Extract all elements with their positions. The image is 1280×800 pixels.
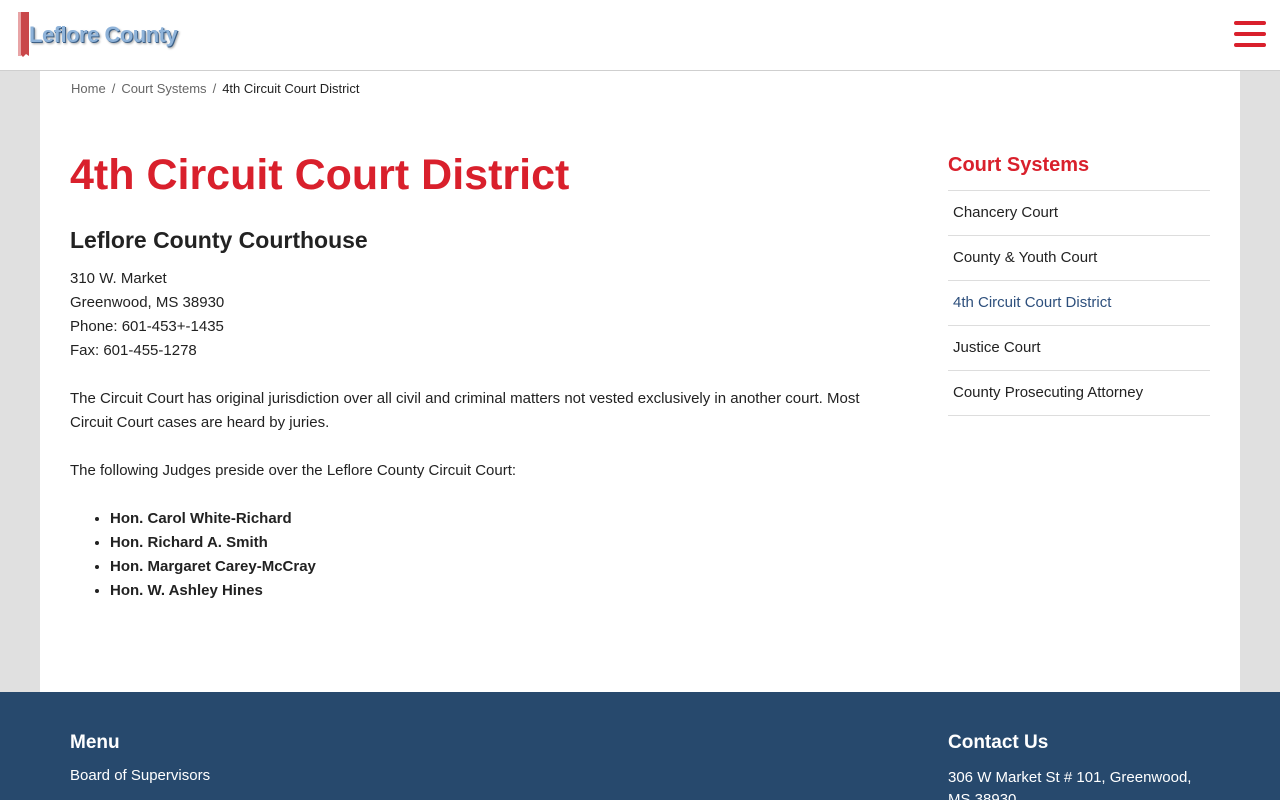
sidebar-item-prosecuting-attorney[interactable]: County Prosecuting Attorney bbox=[948, 371, 1210, 416]
judges-intro-paragraph: The following Judges preside over the Le… bbox=[70, 462, 517, 479]
sidebar-item-justice-court[interactable]: Justice Court bbox=[948, 326, 1210, 371]
judge-item: Hon. Carol White-Richard bbox=[110, 507, 316, 531]
judge-item: Hon. Richard A. Smith bbox=[110, 531, 316, 555]
address-fax: Fax: 601-455-1278 bbox=[70, 342, 197, 359]
breadcrumb-separator: / bbox=[111, 81, 116, 96]
site-footer: Menu Board of Supervisors Contact Us 306… bbox=[0, 692, 1280, 800]
hamburger-menu-icon[interactable] bbox=[1234, 21, 1266, 49]
jurisdiction-paragraph: The Circuit Court has original jurisdict… bbox=[70, 390, 860, 431]
sidebar: Court Systems Chancery Court County & Yo… bbox=[948, 151, 1210, 416]
sidebar-item-county-youth-court[interactable]: County & Youth Court bbox=[948, 236, 1210, 281]
footer-link-board-of-supervisors[interactable]: Board of Supervisors bbox=[70, 767, 210, 784]
judge-item: Hon. Margaret Carey-McCray bbox=[110, 555, 316, 579]
logo-text: Leflore County bbox=[29, 22, 178, 47]
site-logo[interactable]: Leflore County bbox=[15, 12, 178, 60]
sidebar-title: Court Systems bbox=[948, 151, 1210, 191]
breadcrumb-current: 4th Circuit Court District bbox=[222, 81, 360, 96]
address-street: 310 W. Market bbox=[70, 270, 167, 287]
address-city: Greenwood, MS 38930 bbox=[70, 294, 225, 311]
courthouse-heading: Leflore County Courthouse bbox=[70, 227, 368, 253]
address-phone: Phone: 601-453+-1435 bbox=[70, 318, 224, 335]
judges-list: Hon. Carol White-Richard Hon. Richard A.… bbox=[110, 507, 316, 603]
sidebar-item-4th-circuit-court[interactable]: 4th Circuit Court District bbox=[948, 281, 1210, 326]
page-title: 4th Circuit Court District bbox=[70, 151, 570, 199]
site-header: Leflore County bbox=[0, 0, 1280, 71]
footer-menu-heading: Menu bbox=[70, 732, 120, 753]
footer-contact-address: 306 W Market St # 101, Greenwood, MS 389… bbox=[948, 769, 1192, 800]
breadcrumb-separator: / bbox=[212, 81, 217, 96]
courthouse-address: 310 W. Market Greenwood, MS 38930 Phone:… bbox=[70, 267, 224, 363]
breadcrumb-court-systems[interactable]: Court Systems bbox=[121, 81, 206, 96]
footer-contact-heading: Contact Us bbox=[948, 732, 1049, 753]
content-area: Home / Court Systems / 4th Circuit Court… bbox=[40, 71, 1240, 692]
breadcrumb: Home / Court Systems / 4th Circuit Court… bbox=[71, 81, 359, 96]
sidebar-item-chancery-court[interactable]: Chancery Court bbox=[948, 191, 1210, 236]
breadcrumb-home[interactable]: Home bbox=[71, 81, 106, 96]
judge-item: Hon. W. Ashley Hines bbox=[110, 579, 316, 603]
